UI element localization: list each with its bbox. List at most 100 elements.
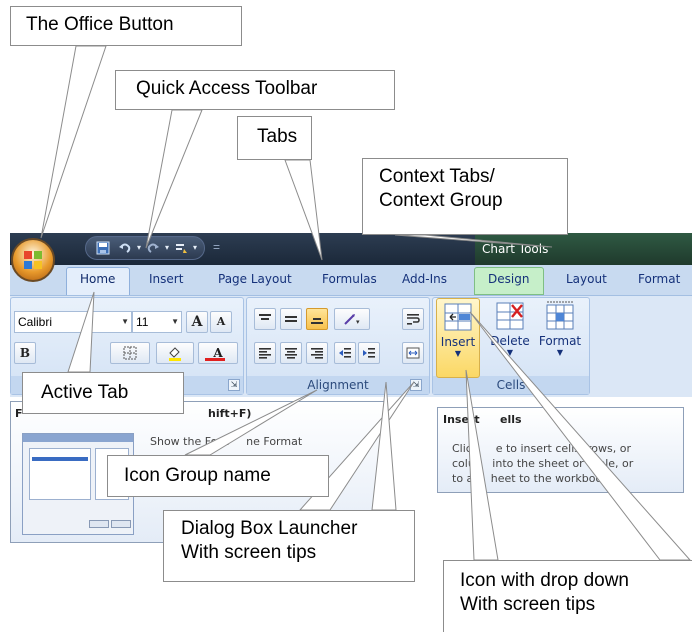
thumbnail-list <box>29 448 91 500</box>
insert-label: Insert <box>440 335 476 349</box>
align-center-button[interactable] <box>280 342 302 364</box>
shrink-font-button[interactable]: A <box>210 311 232 333</box>
chevron-down-icon: ▼ <box>556 348 564 357</box>
sort-icon[interactable] <box>174 241 188 255</box>
format-cells-button[interactable]: Format ▼ <box>538 298 582 378</box>
active-tab-callout: Active Tab <box>22 372 184 414</box>
office-button-leader <box>40 45 107 239</box>
tab-add-ins[interactable]: Add-Ins <box>402 272 447 286</box>
tab-format[interactable]: Format <box>638 272 680 286</box>
office-button-callout-text: The Office Button <box>26 14 174 35</box>
context-callout-line-1: Context Tabs/ <box>379 166 495 187</box>
font-dialog-launcher[interactable]: ⇲ <box>228 379 240 391</box>
dialog-launcher-callout: Dialog Box Launcher With screen tips <box>163 510 415 582</box>
icon-dropdown-callout-line-2: With screen tips <box>460 594 596 615</box>
wrap-text-icon <box>407 314 420 325</box>
dialog-launcher-callout-line-1: Dialog Box Launcher <box>181 518 358 539</box>
undo-dropdown-icon[interactable]: ▾ <box>132 241 146 255</box>
icon-dropdown-callout: Icon with drop down With screen tips <box>443 560 692 632</box>
align-center-icon <box>285 348 297 359</box>
merge-center-button[interactable] <box>402 342 424 364</box>
save-icon[interactable] <box>96 241 110 255</box>
font-tip-title-end: hift+F) <box>208 407 252 420</box>
tabs-callout-text: Tabs <box>257 126 298 147</box>
thumbnail-cancel <box>111 520 131 528</box>
redo-icon[interactable] <box>146 241 160 255</box>
svg-text:▾: ▾ <box>356 319 360 326</box>
delete-cells-icon <box>496 302 524 330</box>
merge-cells-icon <box>406 347 420 359</box>
format-cells-icon <box>546 301 574 330</box>
font-size-combo[interactable]: 11 ▼ <box>132 311 182 333</box>
insert-tip-line-2: colu into the sheet or table, or <box>452 457 634 470</box>
alignment-dialog-launcher[interactable]: ⇲ <box>410 379 422 391</box>
insert-cells-icon <box>444 303 472 331</box>
thumbnail-ok <box>89 520 109 528</box>
font-name-value: Calibri <box>18 315 53 329</box>
decrease-indent-button[interactable] <box>334 342 356 364</box>
align-bottom-button[interactable] <box>306 308 328 330</box>
insert-tip-line-1: Click e to insert cells, rows, or <box>452 442 631 455</box>
customize-qat-icon[interactable]: ▾ <box>188 241 202 255</box>
thumbnail-selection <box>32 457 88 461</box>
bold-glyph: B <box>19 346 31 360</box>
bold-button[interactable]: B <box>14 342 36 364</box>
insert-tip-line-3: to a heet to the workbook. <box>452 472 613 485</box>
align-middle-icon <box>285 316 297 322</box>
font-color-swatch <box>205 358 225 361</box>
grow-font-glyph: A <box>191 314 203 330</box>
shrink-font-glyph: A <box>216 315 226 328</box>
tab-formulas[interactable]: Formulas <box>322 272 377 286</box>
orientation-icon: ▾ <box>344 314 360 326</box>
insert-cells-button[interactable]: Insert ▼ <box>436 298 480 378</box>
tab-insert[interactable]: Insert <box>149 272 183 286</box>
context-callout-line-2: Context Group <box>379 190 503 211</box>
decrease-indent-icon <box>339 348 351 358</box>
align-top-button[interactable] <box>254 308 276 330</box>
align-left-icon <box>259 348 271 359</box>
tab-layout[interactable]: Layout <box>566 272 607 286</box>
context-callout: Context Tabs/ Context Group <box>362 158 568 235</box>
tab-page-layout[interactable]: Page Layout <box>218 272 292 286</box>
office-logo-icon <box>24 251 42 269</box>
borders-button[interactable] <box>110 342 150 364</box>
qat-separator: = <box>213 240 221 254</box>
office-button[interactable] <box>11 238 55 282</box>
chevron-down-icon: ▼ <box>171 317 179 326</box>
wrap-text-button[interactable] <box>402 308 424 330</box>
font-tip-text: Show the Font ne Format <box>150 435 303 448</box>
undo-icon[interactable] <box>118 241 132 255</box>
icon-group-callout: Icon Group name <box>107 455 329 497</box>
insert-tip-title-end: ells <box>500 413 522 426</box>
fill-bucket-icon <box>169 347 181 361</box>
redo-dropdown-icon[interactable]: ▾ <box>160 241 174 255</box>
align-right-icon <box>311 348 323 359</box>
format-label: Format <box>538 334 582 348</box>
font-name-combo[interactable]: Calibri ▼ <box>14 311 132 333</box>
align-top-icon <box>259 314 271 320</box>
chevron-down-icon: ▼ <box>454 349 462 358</box>
increase-indent-icon <box>363 348 375 358</box>
tabs-callout: Tabs <box>237 116 312 160</box>
cells-group-label: Cells <box>433 376 589 394</box>
delete-cells-button[interactable]: Delete ▼ <box>488 298 532 378</box>
dialog-launcher-callout-line-2: With screen tips <box>181 542 317 563</box>
align-left-button[interactable] <box>254 342 276 364</box>
align-right-button[interactable] <box>306 342 328 364</box>
font-size-value: 11 <box>136 315 149 329</box>
alignment-group-label: Alignment <box>247 376 429 394</box>
active-tab-callout-text: Active Tab <box>41 382 129 403</box>
chevron-down-icon: ▼ <box>121 317 129 326</box>
grow-font-button[interactable]: A <box>186 311 208 333</box>
borders-icon <box>123 346 137 360</box>
orientation-button[interactable]: ▾ <box>334 308 370 330</box>
insert-tip-title-start: Insert <box>443 413 480 426</box>
tab-home[interactable]: Home <box>80 272 115 286</box>
fill-color-button[interactable] <box>156 342 194 364</box>
increase-indent-button[interactable] <box>358 342 380 364</box>
tab-design[interactable]: Design <box>488 272 529 286</box>
icon-group-callout-text: Icon Group name <box>124 465 271 486</box>
align-middle-button[interactable] <box>280 308 302 330</box>
font-color-button[interactable]: A <box>198 342 238 364</box>
align-bottom-icon <box>311 318 323 324</box>
